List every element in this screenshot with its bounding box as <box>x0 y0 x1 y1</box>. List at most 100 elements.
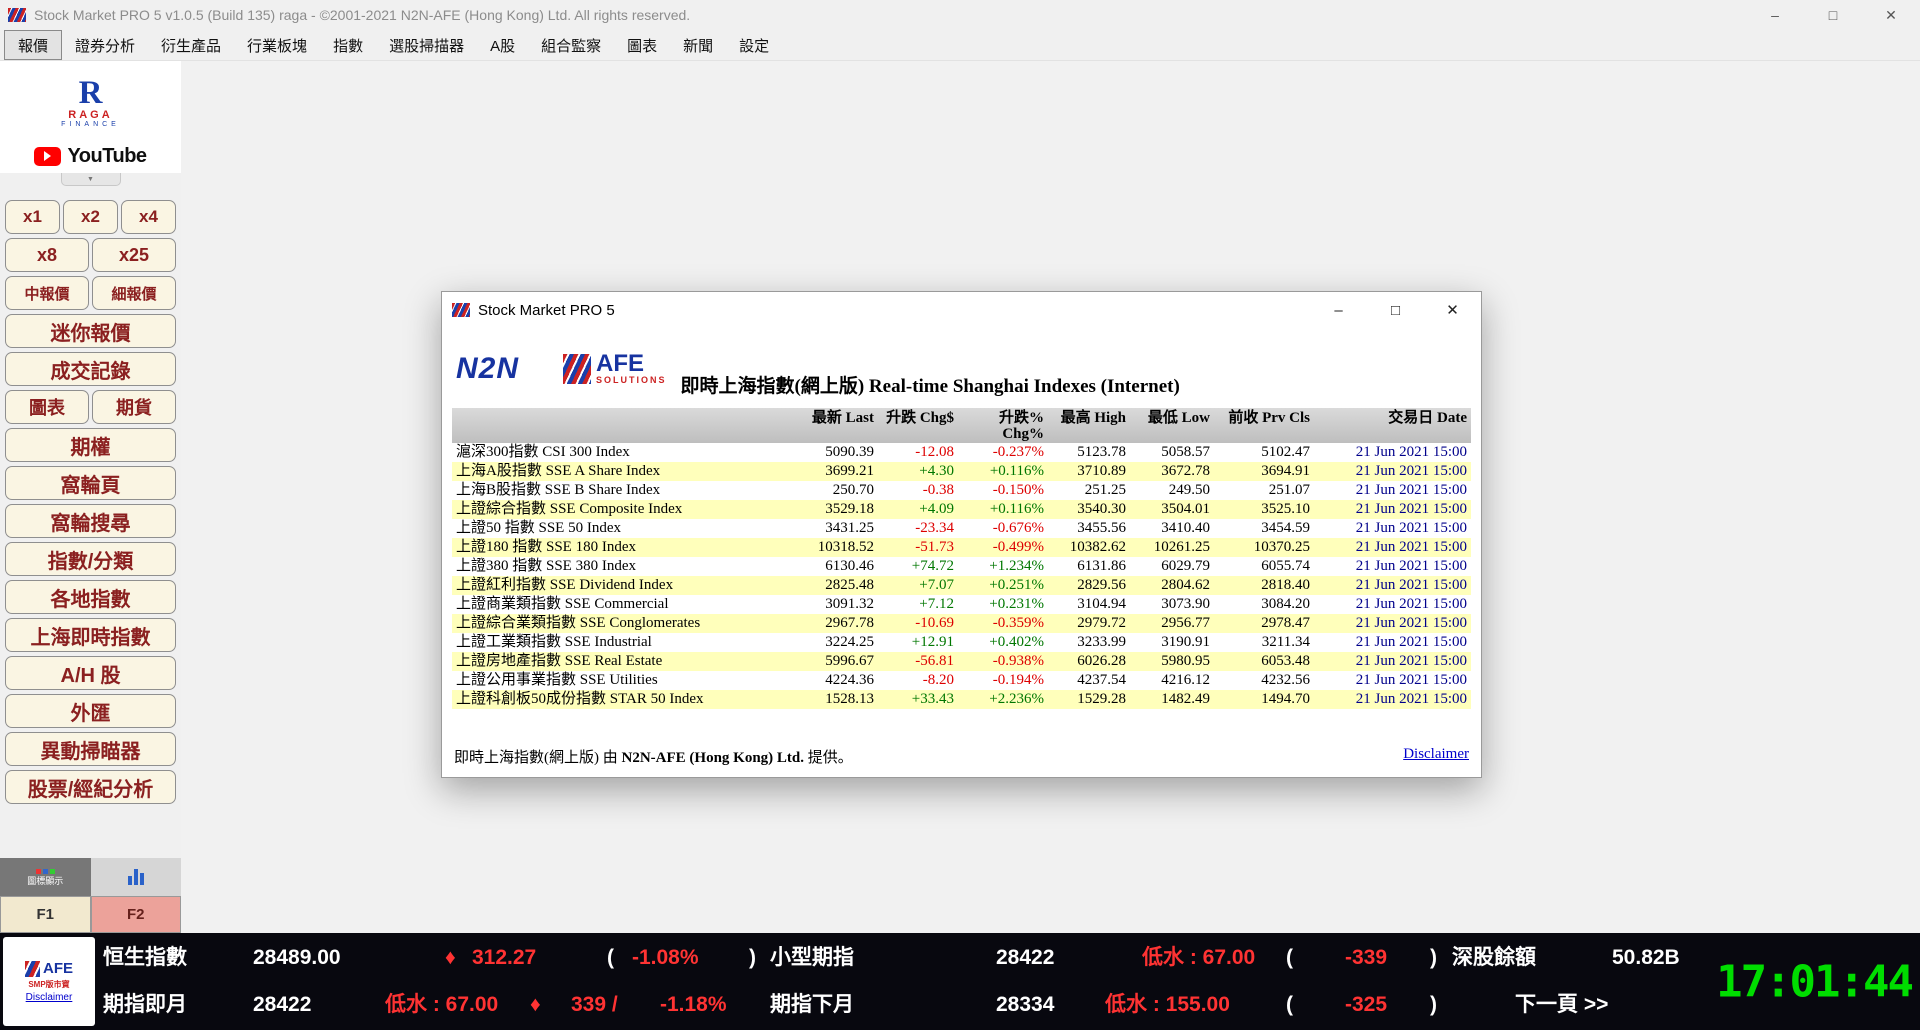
sidebar-button[interactable]: 細報價 <box>92 276 176 310</box>
index-row[interactable]: 上證工業類指數 SSE Industrial3224.25+12.91+0.40… <box>452 633 1471 652</box>
column-header: 最新 Last <box>790 408 878 443</box>
clock: 17:01:44 <box>1716 956 1912 1007</box>
tab-f1[interactable]: F1 <box>0 896 91 933</box>
minimize-button[interactable]: – <box>1746 0 1804 30</box>
index-row[interactable]: 上證紅利指數 SSE Dividend Index2825.48+7.07+0.… <box>452 576 1471 595</box>
afe-solutions-logo: AFE SOLUTIONS <box>563 353 667 385</box>
futures-month-value: 28422 <box>253 991 311 1019</box>
sidebar-button[interactable]: 指數/分類 <box>5 542 176 576</box>
sidebar-button[interactable]: 中報價 <box>5 276 89 310</box>
youtube-button[interactable]: YouTube <box>0 139 181 173</box>
menu-item[interactable]: 行業板塊 <box>234 30 320 60</box>
hsi-label: 恒生指數 <box>103 944 187 972</box>
statusbar-disclaimer-link[interactable]: Disclaimer <box>26 992 73 1003</box>
shenzhen-balance-value: 50.82B <box>1612 944 1680 972</box>
paren-open: ( <box>1286 991 1293 1019</box>
index-row[interactable]: 上證科創板50成份指數 STAR 50 Index1528.13+33.43+2… <box>452 690 1471 709</box>
sidebar-button[interactable]: 外匯 <box>5 694 176 728</box>
raga-logo-name: RAGA <box>68 109 112 121</box>
sidebar-button[interactable]: 圖表 <box>5 390 89 424</box>
menu-item[interactable]: 衍生產品 <box>148 30 234 60</box>
sidebar-button[interactable]: A/H 股 <box>5 656 176 690</box>
next-month-value: 28334 <box>996 991 1054 1019</box>
close-button[interactable]: ✕ <box>1862 0 1920 30</box>
sidebar-button[interactable]: 窩輪頁 <box>5 466 176 500</box>
sidebar-button[interactable]: 股票/經紀分析 <box>5 770 176 804</box>
sidebar-button[interactable]: x1 <box>5 200 60 234</box>
icon-display-label: 圖標顯示 <box>23 876 67 886</box>
app-logo-icon <box>8 8 26 22</box>
sidebar-button[interactable]: x25 <box>92 238 176 272</box>
menu-item[interactable]: A股 <box>477 30 528 60</box>
index-row[interactable]: 上證380 指數 SSE 380 Index6130.46+74.72+1.23… <box>452 557 1471 576</box>
popup-disclaimer-link[interactable]: Disclaimer <box>1403 746 1469 767</box>
index-row[interactable]: 上證180 指數 SSE 180 Index10318.52-51.73-0.4… <box>452 538 1471 557</box>
afe-card-icon <box>25 961 40 977</box>
window-title: Stock Market PRO 5 v1.0.5 (Build 135) ra… <box>34 7 690 23</box>
menu-item[interactable]: 報價 <box>4 30 62 60</box>
chart-view-button[interactable] <box>91 858 182 896</box>
main-area: Stock Market PRO 5 – □ ✕ N2N AFE SOLUTIO… <box>181 61 1920 933</box>
menu-item[interactable]: 新聞 <box>670 30 726 60</box>
menu-item[interactable]: 選股掃描器 <box>376 30 477 60</box>
next-month-low: 低水 : 155.00 <box>1105 991 1230 1019</box>
next-month-label: 期指下月 <box>770 991 854 1019</box>
popup-maximize-button[interactable]: □ <box>1367 292 1424 328</box>
futures-extra: 339 / <box>571 991 618 1019</box>
sidebar-button[interactable]: x4 <box>121 200 176 234</box>
menu-item[interactable]: 設定 <box>726 30 782 60</box>
window-controls: – □ ✕ <box>1746 0 1920 30</box>
index-row[interactable]: 上證房地產指數 SSE Real Estate5996.67-56.81-0.9… <box>452 652 1471 671</box>
mini-futures-label: 小型期指 <box>770 944 854 972</box>
icon-display-button[interactable]: 圖標顯示 <box>0 858 91 896</box>
menu-item[interactable]: 圖表 <box>614 30 670 60</box>
down-diamond-icon: ♦ <box>445 944 456 972</box>
tab-f2[interactable]: F2 <box>91 896 182 933</box>
column-header: 最低 Low <box>1130 408 1214 443</box>
index-row[interactable]: 滬深300指數 CSI 300 Index5090.39-12.08-0.237… <box>452 443 1471 462</box>
mini-futures-low: 低水 : 67.00 <box>1142 944 1255 972</box>
sidebar-button[interactable]: 窩輪搜尋 <box>5 504 176 538</box>
column-header: 升跌 Chg$ <box>878 408 958 443</box>
index-row[interactable]: 上證公用事業指數 SSE Utilities4224.36-8.20-0.194… <box>452 671 1471 690</box>
raga-logo-letter: R <box>79 77 103 109</box>
sidebar-button[interactable]: 上海即時指數 <box>5 618 176 652</box>
index-row[interactable]: 上證商業類指數 SSE Commercial3091.32+7.12+0.231… <box>452 595 1471 614</box>
afe-card-brand: AFE <box>43 960 73 977</box>
index-row[interactable]: 上海B股指數 SSE B Share Index250.70-0.38-0.15… <box>452 481 1471 500</box>
index-row[interactable]: 上證綜合指數 SSE Composite Index3529.18+4.09+0… <box>452 500 1471 519</box>
sidebar-button[interactable]: x2 <box>63 200 118 234</box>
youtube-label: YouTube <box>67 145 146 168</box>
provider-note: 即時上海指數(網上版) 由 N2N-AFE (Hong Kong) Ltd. 提… <box>454 746 853 767</box>
index-row[interactable]: 上證50 指數 SSE 50 Index3431.25-23.34-0.676%… <box>452 519 1471 538</box>
menu-item[interactable]: 組合監察 <box>528 30 614 60</box>
sidebar-button[interactable]: 成交記錄 <box>5 352 176 386</box>
popup-minimize-button[interactable]: – <box>1310 292 1367 328</box>
sidebar-button[interactable]: 期權 <box>5 428 176 462</box>
collapse-handle[interactable]: ▼ <box>61 173 121 186</box>
maximize-button[interactable]: □ <box>1804 0 1862 30</box>
sidebar-button[interactable]: x8 <box>5 238 89 272</box>
index-row[interactable]: 上海A股指數 SSE A Share Index3699.21+4.30+0.1… <box>452 462 1471 481</box>
popup-close-button[interactable]: ✕ <box>1424 292 1481 328</box>
sidebar-buttons: x1x2x4 x8x25中報價細報價迷你報價成交記錄圖表期貨期權窩輪頁窩輪搜尋指數… <box>0 186 181 804</box>
notch-wrap: ▼ <box>0 173 181 186</box>
sidebar-button[interactable]: 期貨 <box>92 390 176 424</box>
paren-close: ) <box>1430 991 1437 1019</box>
index-row[interactable]: 上證綜合業類指數 SSE Conglomerates2967.78-10.69-… <box>452 614 1471 633</box>
sidebar-button[interactable]: 迷你報價 <box>5 314 176 348</box>
mini-icons-icon <box>36 869 55 874</box>
sidebar-button[interactable]: 各地指數 <box>5 580 176 614</box>
popup-titlebar[interactable]: Stock Market PRO 5 – □ ✕ <box>442 292 1481 328</box>
afe-card-sub: SMP版市寶 <box>28 979 69 990</box>
mini-futures-value: 28422 <box>996 944 1054 972</box>
sidebar-button[interactable]: 異動掃瞄器 <box>5 732 176 766</box>
sidebar-bottom: 圖標顯示 F1 F2 <box>0 858 181 933</box>
statusbar: AFE SMP版市寶 Disclaimer 恒生指數 28489.00 ♦ 31… <box>0 933 1920 1030</box>
column-header: 最高 High <box>1048 408 1130 443</box>
raga-finance-logo[interactable]: R RAGA FINANCE <box>0 61 181 139</box>
next-page-button[interactable]: 下一頁 >> <box>1515 991 1608 1019</box>
hsi-change-value: 312.27 <box>472 944 536 972</box>
menu-item[interactable]: 指數 <box>320 30 376 60</box>
menu-item[interactable]: 證券分析 <box>62 30 148 60</box>
